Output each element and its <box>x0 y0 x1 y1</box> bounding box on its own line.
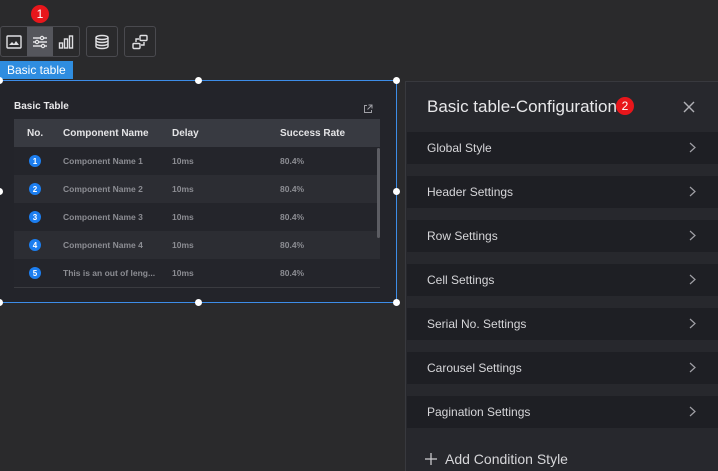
table-cell: This is an out of leng... <box>63 268 156 278</box>
chevron-right-icon <box>689 406 696 417</box>
component-tag: Basic table <box>0 61 73 79</box>
table-cell: 80.4% <box>280 184 305 194</box>
step-badge-2: 2 <box>616 97 634 115</box>
table-cell: 10ms <box>172 184 194 194</box>
table-row: 1 Component Name 1 10ms 80.4% <box>14 147 380 175</box>
database-icon[interactable] <box>86 26 118 57</box>
resize-handle-r[interactable] <box>393 188 400 195</box>
table-cell: Component Name 3 <box>63 212 143 222</box>
section-label: Pagination Settings <box>427 405 531 419</box>
data-table: No. Component Name Delay Success Rate 1 … <box>14 119 380 287</box>
bar-chart-icon[interactable] <box>53 27 79 56</box>
table-cell: Component Name 2 <box>63 184 143 194</box>
resize-handle-l[interactable] <box>0 188 3 195</box>
toolbar-style-group <box>0 26 80 57</box>
resize-handle-t[interactable] <box>195 77 202 84</box>
serial-number: 3 <box>29 211 41 223</box>
section-row-settings[interactable]: Row Settings <box>407 220 718 252</box>
serial-number: 2 <box>29 183 41 195</box>
chevron-right-icon <box>689 186 696 197</box>
table-cell: Component Name 1 <box>63 156 143 166</box>
section-label: Cell Settings <box>427 273 495 287</box>
section-label: Carousel Settings <box>427 361 522 375</box>
resize-handle-tr[interactable] <box>393 77 400 84</box>
table-cell: 80.4% <box>280 212 305 222</box>
sliders-icon[interactable] <box>27 27 53 56</box>
add-condition-style-button[interactable]: Add Condition Style <box>425 451 568 467</box>
table-row: 2 Component Name 2 10ms 80.4% <box>14 175 380 203</box>
table-row: 5 This is an out of leng... 10ms 80.4% <box>14 259 380 287</box>
table-cell: 80.4% <box>280 156 305 166</box>
column-header: Delay <box>172 127 199 139</box>
add-condition-label: Add Condition Style <box>445 451 568 467</box>
widget-title: Basic Table <box>14 101 69 112</box>
table-cell: 10ms <box>172 156 194 166</box>
section-cell-settings[interactable]: Cell Settings <box>407 264 718 296</box>
image-icon[interactable] <box>1 27 27 56</box>
section-pagination-settings[interactable]: Pagination Settings <box>407 396 718 428</box>
table-divider <box>14 287 380 288</box>
section-label: Serial No. Settings <box>427 317 527 331</box>
resize-handle-tl[interactable] <box>0 77 3 84</box>
table-header: No. Component Name Delay Success Rate <box>14 119 380 147</box>
table-cell: 80.4% <box>280 240 305 250</box>
toolbar <box>0 26 162 57</box>
resize-handle-br[interactable] <box>393 299 400 306</box>
table-scrollbar[interactable] <box>377 148 380 238</box>
table-cell: 10ms <box>172 240 194 250</box>
resize-handle-bl[interactable] <box>0 299 3 306</box>
panel-title: Basic table-Configuration <box>427 97 617 116</box>
column-header: No. <box>27 127 44 139</box>
serial-number: 4 <box>29 239 41 251</box>
section-header-settings[interactable]: Header Settings <box>407 176 718 208</box>
section-label: Row Settings <box>427 229 498 243</box>
close-icon[interactable] <box>683 100 695 118</box>
section-carousel-settings[interactable]: Carousel Settings <box>407 352 718 384</box>
serial-number: 5 <box>29 267 41 279</box>
section-serial-no-settings[interactable]: Serial No. Settings <box>407 308 718 340</box>
table-cell: 80.4% <box>280 268 305 278</box>
section-global-style[interactable]: Global Style <box>407 132 718 164</box>
external-link-icon[interactable] <box>363 101 373 119</box>
plus-icon <box>425 453 437 465</box>
interaction-icon[interactable] <box>124 26 156 57</box>
table-cell: 10ms <box>172 212 194 222</box>
column-header: Success Rate <box>280 127 346 139</box>
step-badge-1: 1 <box>31 5 49 23</box>
section-label: Header Settings <box>427 185 514 199</box>
serial-number: 1 <box>29 155 41 167</box>
column-header: Component Name <box>63 127 149 139</box>
chevron-right-icon <box>689 362 696 373</box>
table-cell: 10ms <box>172 268 194 278</box>
section-label: Global Style <box>427 141 492 155</box>
chevron-right-icon <box>689 318 696 329</box>
table-row: 4 Component Name 4 10ms 80.4% <box>14 231 380 259</box>
chevron-right-icon <box>689 274 696 285</box>
chevron-right-icon <box>689 142 696 153</box>
table-cell: Component Name 4 <box>63 240 143 250</box>
basic-table-widget[interactable]: Basic Table No. Component Name Delay Suc… <box>0 77 400 306</box>
resize-handle-b[interactable] <box>195 299 202 306</box>
configuration-panel: Basic table-Configuration Global Style H… <box>405 81 718 471</box>
table-row: 3 Component Name 3 10ms 80.4% <box>14 203 380 231</box>
chevron-right-icon <box>689 230 696 241</box>
